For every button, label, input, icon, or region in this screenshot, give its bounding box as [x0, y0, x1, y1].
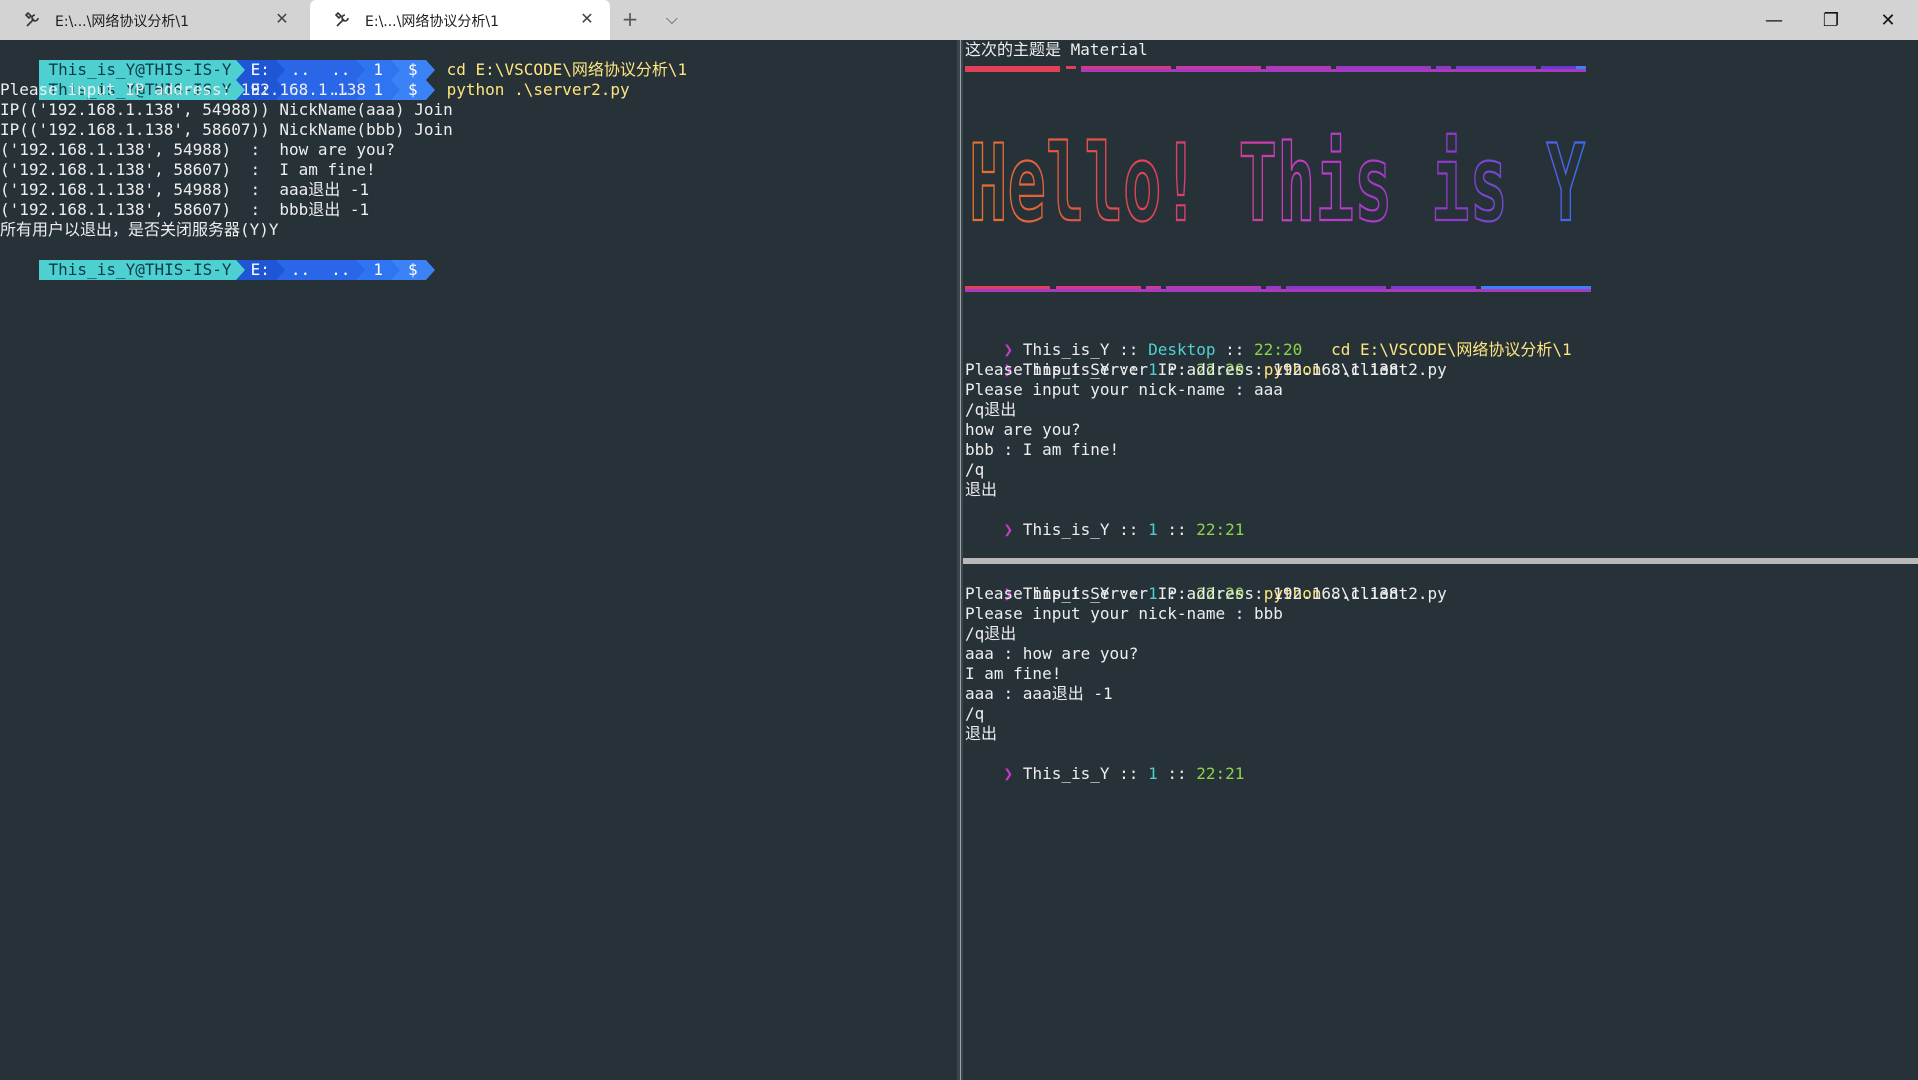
- prompt-time: 22:21: [1196, 520, 1245, 539]
- output-line: Please input your nick-name : aaa: [965, 380, 1283, 399]
- prompt-dir: 1: [1148, 764, 1158, 783]
- command-text: python .\server2.py: [446, 80, 630, 99]
- output-line: Please input your nick-name : bbb: [965, 604, 1283, 623]
- right-bottom-terminal-pane[interactable]: ❯ This_is_Y :: 1 :: 22:20 python .\clien…: [963, 564, 1918, 1080]
- decorative-ruler: [963, 66, 1593, 72]
- output-line: I am fine!: [965, 664, 1062, 683]
- output-line: ('192.168.1.138', 54988) : aaa退出 -1: [0, 180, 370, 199]
- close-icon[interactable]: ✕: [273, 10, 291, 28]
- prompt-dir: 1: [1148, 520, 1158, 539]
- prompt-line: This_is_Y@THIS-IS-Y E:.... 1 $ cd E:\VSCODE\…: [0, 40, 687, 80]
- prompt-line: ❯ This_is_Y :: 1 :: 22:20 python .\clien…: [965, 340, 1447, 379]
- output-line: ('192.168.1.138', 58607) : bbb退出 -1: [0, 200, 370, 219]
- output-line: /q退出: [965, 624, 1017, 643]
- prompt-arrow-icon: ❯: [1003, 764, 1014, 783]
- output-line: bbb : I am fine!: [965, 440, 1120, 459]
- prompt-dollar: $: [400, 260, 426, 280]
- output-line: ('192.168.1.138', 58607) : I am fine!: [0, 160, 376, 179]
- output-line: 退出: [965, 480, 998, 499]
- banner-text: Hello! This is Y: [969, 122, 1585, 240]
- decorative-ruler: [963, 286, 1593, 292]
- prompt-dir: ..: [284, 260, 317, 280]
- prompt-line: ❯ This_is_Y :: 1 :: 22:20 python .\clien…: [965, 564, 1447, 603]
- prompt-line[interactable]: This_is_Y@THIS-IS-Y E:.... 1 $: [0, 240, 435, 280]
- ascii-banner: Hello! This is Y: [968, 121, 1586, 240]
- output-line: Please input Server IP address: 192.168.…: [965, 584, 1399, 603]
- prompt-line: This_is_Y@THIS-IS-Y E:.... 1 $ python .\serv…: [0, 60, 630, 100]
- prompt-user: This_is_Y: [1022, 520, 1110, 539]
- prompt-line[interactable]: ❯ This_is_Y :: 1 :: 22:21: [965, 744, 1245, 783]
- output-line: /q退出: [965, 400, 1017, 419]
- prompt-line: ❯ This_is_Y :: Desktop :: 22:20 cd E:\VS…: [965, 320, 1572, 359]
- prompt-arrow-icon: ❯: [1003, 520, 1014, 539]
- tools-icon: [24, 11, 39, 27]
- output-line: 退出: [965, 724, 998, 743]
- prompt-separator: ::: [1119, 520, 1139, 539]
- output-line: IP(('192.168.1.138', 58607)) NickName(bb…: [0, 120, 453, 139]
- prompt-separator: ::: [1167, 520, 1187, 539]
- prompt-dollar: $: [400, 80, 426, 100]
- prompt-line[interactable]: ❯ This_is_Y :: 1 :: 22:21: [965, 500, 1245, 539]
- output-line: aaa : how are you?: [965, 644, 1139, 663]
- output-line: aaa : aaa退出 -1: [965, 684, 1113, 703]
- output-line: /q: [965, 460, 985, 479]
- tab-label: E:\...\网络协议分析\1: [365, 14, 499, 30]
- prompt-separator: ::: [1167, 764, 1187, 783]
- output-line: IP(('192.168.1.138', 54988)) NickName(aa…: [0, 100, 453, 119]
- prompt-dir: 1: [365, 80, 391, 100]
- prompt-separator: ::: [1119, 764, 1139, 783]
- minimize-button[interactable]: —: [1746, 0, 1802, 40]
- new-tab-button[interactable]: +: [618, 8, 642, 32]
- tab-label: E:\...\网络协议分析\1: [55, 14, 189, 30]
- right-top-terminal-pane[interactable]: 这次的主题是 Material Hello! This is Y ❯ This_…: [963, 40, 1918, 560]
- output-line: ('192.168.1.138', 54988) : how are you?: [0, 140, 395, 159]
- output-line: 所有用户以退出，是否关闭服务器(Y)Y: [0, 220, 279, 239]
- output-line: /q: [965, 704, 985, 723]
- tab-dropdown-button[interactable]: ⌵: [660, 8, 684, 32]
- title-bar: E:\...\网络协议分析\1 ✕ E:\...\网络协议分析\1 ✕ + ⌵ …: [0, 0, 1918, 40]
- close-window-button[interactable]: ✕: [1860, 0, 1916, 40]
- prompt-dir: ..: [325, 260, 357, 280]
- output-line: how are you?: [965, 420, 1081, 439]
- tools-icon: [334, 11, 349, 27]
- left-terminal-pane[interactable]: This_is_Y@THIS-IS-Y E:.... 1 $ cd E:\VSCODE\…: [0, 40, 957, 1080]
- tab-2[interactable]: E:\...\网络协议分析\1 ✕: [310, 0, 610, 40]
- prompt-dir: 1: [365, 260, 391, 280]
- pane-divider-line: [960, 40, 961, 1080]
- prompt-user: This_is_Y@THIS-IS-Y: [38, 260, 236, 280]
- prompt-time: 22:21: [1196, 764, 1245, 783]
- output-line: Please input IP address: 192.168.1.138: [0, 80, 367, 99]
- prompt-user: This_is_Y: [1022, 764, 1110, 783]
- close-icon[interactable]: ✕: [578, 10, 596, 28]
- tab-1[interactable]: E:\...\网络协议分析\1 ✕: [0, 0, 305, 40]
- theme-line: 这次的主题是 Material: [965, 40, 1148, 59]
- output-line: Please input Server IP address: 192.168.…: [965, 360, 1399, 379]
- restore-button[interactable]: ❐: [1803, 0, 1859, 40]
- prompt-drive: E:: [244, 260, 276, 280]
